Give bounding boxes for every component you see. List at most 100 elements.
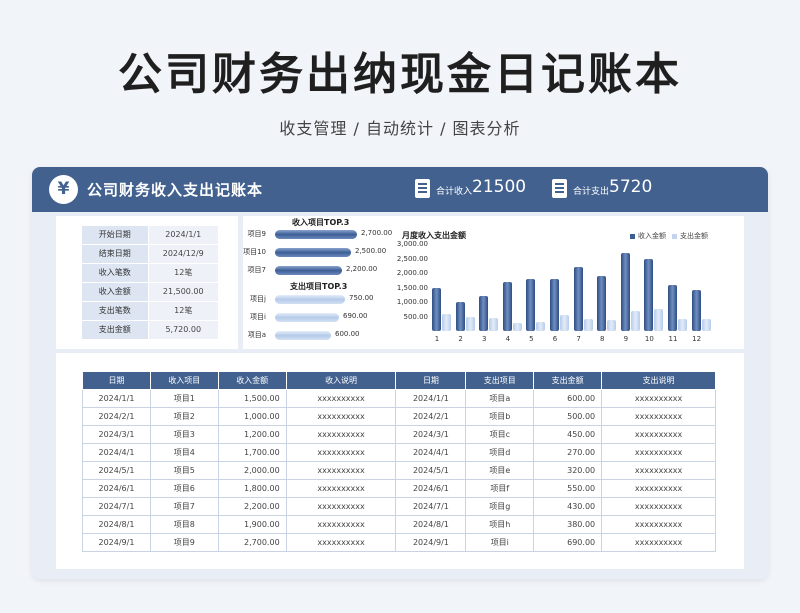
legend-expense-swatch [672, 233, 677, 239]
summary-row: 结束日期 2024/12/9 [82, 245, 218, 263]
x-tick-label: 4 [505, 335, 511, 343]
table-cell: xxxxxxxxxx [601, 443, 716, 462]
x-tick-label: 12 [692, 335, 702, 343]
table-cell: 项目e [465, 461, 535, 480]
table-cell: 2024/6/1 [82, 479, 151, 498]
table-cell: xxxxxxxxxx [601, 479, 716, 498]
x-tick-label: 11 [668, 335, 678, 343]
table-cell: 项目h [465, 515, 535, 534]
table-cell: 1,500.00 [217, 389, 287, 408]
income-top3-bar [275, 230, 357, 239]
page-subtitle: 收支管理 / 自动统计 / 图表分析 [279, 119, 521, 138]
table-cell: 2024/7/1 [82, 497, 151, 516]
table-cell: xxxxxxxxxx [285, 461, 397, 480]
table-cell: xxxxxxxxxx [285, 443, 397, 462]
table-header-cell: 收入说明 [285, 371, 397, 390]
table-cell: 2024/4/1 [82, 443, 151, 462]
income-bar [550, 278, 559, 331]
table-row: 2024/3/1 项目3 1,200.00 xxxxxxxxxx 2024/3/1 项目c… [82, 425, 716, 444]
expense-top3-label: 项目i [250, 313, 266, 321]
yen-icon: ¥ [49, 175, 78, 204]
income-bar [479, 296, 489, 331]
expense-top3-bar [275, 331, 331, 340]
x-tick-label: 9 [623, 335, 629, 343]
table-header-cell: 日期 [82, 371, 151, 390]
table-row: 2024/1/1 项目1 1,500.00 xxxxxxxxxx 2024/1/1 项目a… [82, 389, 716, 408]
table-cell: xxxxxxxxxx [285, 533, 397, 552]
table-cell: 430.00 [533, 497, 603, 516]
table-row: 2024/5/1 项目5 2,000.00 xxxxxxxxxx 2024/5/1 项目e… [82, 461, 716, 480]
table-cell: 2,700.00 [217, 533, 287, 552]
document-icon [552, 179, 567, 198]
income-top3-label: 项目7 [247, 266, 266, 274]
table-cell: 2,200.00 [217, 497, 287, 516]
table-cell: 2024/4/1 [395, 443, 467, 462]
income-top3-bar [275, 266, 342, 275]
table-cell: 项目9 [149, 533, 219, 552]
table-cell: 2024/9/1 [395, 533, 467, 552]
y-tick-label: 2,000.00 [396, 269, 428, 277]
table-cell: 1,800.00 [217, 479, 287, 498]
summary-label: 收入金额 [82, 283, 148, 301]
table-cell: 500.00 [533, 407, 603, 426]
table-header-cell: 收入金额 [217, 371, 287, 390]
summary-value: 21,500.00 [148, 283, 218, 301]
table-row: 2024/7/1 项目7 2,200.00 xxxxxxxxxx 2024/7/1 项目g… [82, 497, 716, 516]
expense-top3-label: 项目a [247, 331, 266, 339]
table-cell: xxxxxxxxxx [601, 407, 716, 426]
income-top3-value: 2,200.00 [346, 265, 378, 273]
total-expense-value: 5720 [609, 177, 653, 197]
x-tick-label: 1 [434, 335, 440, 343]
table-cell: 2024/1/1 [82, 389, 151, 408]
document-icon [415, 179, 430, 198]
expense-bar [678, 319, 687, 331]
summary-label: 支出笔数 [82, 302, 148, 320]
table-cell: 320.00 [533, 461, 603, 480]
expense-top3-value: 600.00 [335, 330, 360, 338]
summary-value: 12笔 [148, 302, 218, 320]
x-tick-label: 6 [552, 335, 558, 343]
expense-top3-title: 支出项目TOP.3 [290, 282, 348, 291]
table-cell: xxxxxxxxxx [601, 461, 716, 480]
table-cell: 项目d [465, 443, 535, 462]
table-cell: 项目6 [149, 479, 219, 498]
table-cell: xxxxxxxxxx [601, 389, 716, 408]
expense-bar [489, 317, 499, 331]
legend-income-label: 收入金额 [638, 232, 666, 240]
summary-table: 开始日期 2024/1/1 结束日期 2024/12/9 收入笔数 12笔 收入金额 21,5… [82, 226, 218, 340]
table-cell: xxxxxxxxxx [601, 497, 716, 516]
table-cell: 2,000.00 [217, 461, 287, 480]
table-row: 2024/9/1 项目9 2,700.00 xxxxxxxxxx 2024/9/1 项目i… [82, 533, 716, 552]
table-cell: 项目b [465, 407, 535, 426]
table-cell: 2024/8/1 [395, 515, 467, 534]
card-header: ¥ 公司财务收入支出记账本 合计收入 21500 合计支出 5720 [32, 167, 768, 212]
table-cell: 550.00 [533, 479, 603, 498]
x-tick-label: 2 [458, 335, 463, 343]
expense-bar [465, 316, 475, 331]
table-cell: 项目a [465, 389, 535, 408]
expense-bar [560, 315, 569, 331]
income-bar [620, 252, 630, 331]
table-cell: 项目3 [149, 425, 219, 444]
expense-top3-bar [275, 313, 339, 322]
expense-top3-bar [275, 295, 345, 304]
table-cell: 项目i [465, 533, 535, 552]
expense-bar [630, 310, 640, 331]
table-header-cell: 支出说明 [601, 371, 716, 390]
table-cell: xxxxxxxxxx [285, 389, 397, 408]
expense-bar [536, 321, 546, 331]
expense-top3-label: 项目j [250, 295, 266, 303]
summary-row: 开始日期 2024/1/1 [82, 226, 218, 244]
table-cell: 2024/2/1 [395, 407, 467, 426]
y-tick-label: 1,000.00 [396, 298, 428, 306]
y-tick-label: 3,000.00 [396, 240, 428, 248]
table-cell: 2024/5/1 [82, 461, 151, 480]
table-cell: 1,200.00 [217, 425, 287, 444]
income-bar [597, 275, 607, 331]
income-top3-label: 项目10 [243, 248, 266, 256]
table-cell: 2024/3/1 [82, 425, 151, 444]
table-cell: 项目c [465, 425, 535, 444]
income-top3-value: 2,500.00 [355, 247, 387, 255]
table-cell: 项目4 [149, 443, 219, 462]
table-row: 2024/2/1 项目2 1,000.00 xxxxxxxxxx 2024/2/1 项目b… [82, 407, 716, 426]
